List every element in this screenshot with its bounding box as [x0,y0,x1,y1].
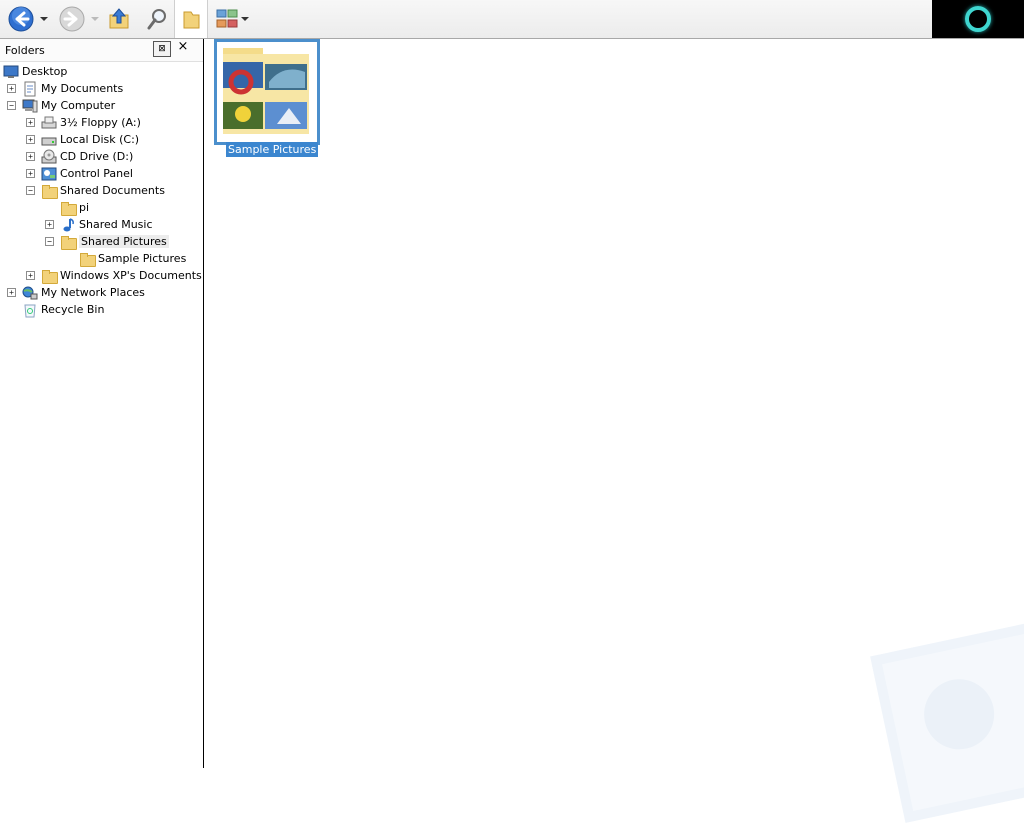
tree-item-label: My Documents [41,82,124,95]
tree-item-cd-drive[interactable]: CD Drive (D:) [41,148,133,165]
control-panel-icon [41,166,57,182]
tree-item-label: Recycle Bin [41,303,105,316]
folder-icon [60,234,77,250]
tree-item-label: Control Panel [60,167,133,180]
folders-pane: Folders ⊠ × Desktop + My Documents − My … [0,39,204,768]
expand-toggle[interactable]: + [45,220,54,229]
hard-disk-icon [41,132,57,148]
tree-item-shared-music[interactable]: Shared Music [60,216,153,233]
tree-item-shared-pictures[interactable]: Shared Pictures [60,233,169,250]
forward-arrow-icon [59,6,85,32]
tree-item-windows-xp-documents[interactable]: Windows XP's Documents [41,267,202,284]
collapse-toggle[interactable]: − [26,186,35,195]
tree-item-my-computer[interactable]: My Computer [22,97,115,114]
expand-toggle[interactable]: + [26,135,35,144]
expand-toggle[interactable]: + [7,84,16,93]
up-button[interactable] [104,3,134,35]
folders-icon [183,11,200,29]
expand-toggle[interactable]: + [26,152,35,161]
views-button[interactable] [214,3,250,35]
close-pane-button[interactable]: × [175,39,191,55]
network-icon [22,285,38,301]
windows-throbber [932,0,1024,38]
forward-button[interactable] [57,3,87,35]
tree-item-control-panel[interactable]: Control Panel [41,165,133,182]
pictures-watermark-icon [870,621,1024,823]
tree-item-sample-pictures[interactable]: Sample Pictures [79,250,186,267]
tree-item-local-disk[interactable]: Local Disk (C:) [41,131,139,148]
tree-item-label: Windows XP's Documents [60,269,202,282]
expand-toggle[interactable]: + [7,288,16,297]
back-dropdown[interactable] [38,3,50,35]
tree-item-floppy[interactable]: 3½ Floppy (A:) [41,114,141,131]
sample-pictures-thumbnail[interactable] [214,39,320,145]
floppy-drive-icon [41,115,57,131]
picture-folder-thumbnail [223,48,309,134]
recycle-bin-icon [22,302,38,318]
music-folder-icon [60,217,76,233]
tree-item-label: My Computer [41,99,116,112]
expand-toggle[interactable]: + [26,271,35,280]
tree-item-label: Local Disk (C:) [60,133,140,146]
throbber-ring-icon [965,6,991,32]
folders-header: Folders ⊠ × [0,39,203,62]
folder-icon [79,251,96,267]
collapse-toggle[interactable]: − [7,101,16,110]
folder-icon [60,200,77,216]
tree-item-label: Shared Music [79,218,153,231]
tree-item-label: Shared Pictures [79,235,169,248]
tree-item-shared-documents[interactable]: Shared Documents [41,182,165,199]
cd-drive-icon [41,149,57,165]
documents-icon [22,81,38,97]
desktop-icon [3,64,19,80]
tree-item-label: 3½ Floppy (A:) [60,116,141,129]
folders-title: Folders [5,44,45,57]
file-list-pane: Sample Pictures [204,39,1024,823]
pin-button[interactable]: ⊠ [153,41,171,57]
tree-item-desktop[interactable]: Desktop [3,63,67,80]
search-icon [147,9,166,30]
tree-item-recycle-bin[interactable]: Recycle Bin [22,301,104,318]
chevron-down-icon [91,17,99,21]
toolbar [0,0,1024,39]
tree-item-label: Shared Documents [60,184,165,197]
back-button[interactable] [6,3,36,35]
folder-icon [41,183,58,199]
item-label-sample-pictures[interactable]: Sample Pictures [226,142,319,157]
chevron-down-icon [241,17,249,21]
computer-icon [22,98,38,114]
folder-icon [41,268,58,284]
folders-button[interactable] [174,0,208,38]
tree-item-my-network-places[interactable]: My Network Places [22,284,145,301]
chevron-down-icon [40,17,48,21]
tree-item-label: CD Drive (D:) [60,150,134,163]
forward-dropdown[interactable] [90,3,100,35]
tree-item-label: Sample Pictures [98,252,187,265]
expand-toggle[interactable]: + [26,118,35,127]
views-icon [216,9,238,28]
tree-item-label: My Network Places [41,286,145,299]
tree-item-pi[interactable]: pi [60,199,89,216]
tree-item-label: pi [79,201,90,214]
search-button[interactable] [142,3,172,35]
tree-item-label: Desktop [22,65,68,78]
tree-item-my-documents[interactable]: My Documents [22,80,123,97]
up-folder-icon [109,8,129,29]
back-arrow-icon [8,6,34,32]
expand-toggle[interactable]: + [26,169,35,178]
collapse-toggle[interactable]: − [45,237,54,246]
